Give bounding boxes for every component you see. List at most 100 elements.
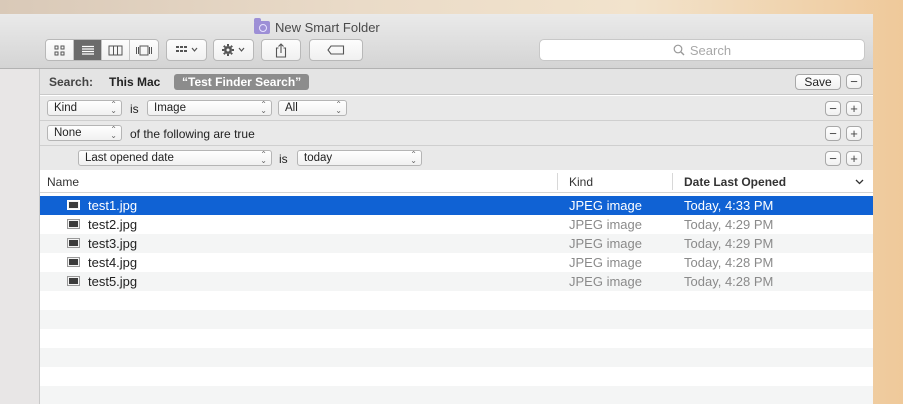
column-divider[interactable] <box>672 173 673 190</box>
popup-arrows-icon: ⌃ ⌄ <box>110 100 117 115</box>
file-row[interactable]: test2.jpg JPEG image Today, 4:29 PM <box>40 215 873 234</box>
file-row[interactable]: test3.jpg JPEG image Today, 4:29 PM <box>40 234 873 253</box>
add-criterion-button[interactable]: + <box>846 101 862 116</box>
kind-value-label: Image <box>154 102 186 114</box>
tags-button[interactable] <box>309 39 363 61</box>
file-date: Today, 4:29 PM <box>684 217 774 232</box>
file-kind: JPEG image <box>569 236 642 251</box>
smart-folder-icon <box>254 17 270 34</box>
column-kind-header[interactable]: Kind <box>569 170 593 193</box>
file-list: test1.jpg JPEG image Today, 4:33 PM test… <box>40 196 873 404</box>
operator-label: is <box>130 102 139 116</box>
search-field[interactable]: Search <box>539 39 865 61</box>
empty-row <box>40 348 873 367</box>
search-label: Search: <box>49 75 94 89</box>
empty-row <box>40 386 873 404</box>
kind-value-popup[interactable]: Image ⌃ ⌄ <box>147 100 272 116</box>
kind-subvalue-label: All <box>285 102 298 114</box>
column-header: Name Kind Date Last Opened <box>40 170 873 193</box>
file-row[interactable]: test5.jpg JPEG image Today, 4:28 PM <box>40 272 873 291</box>
file-date: Today, 4:29 PM <box>684 236 774 251</box>
jpeg-file-icon <box>67 200 80 210</box>
operator-label: is <box>279 152 288 166</box>
title-bar: New Smart Folder Search <box>0 14 873 69</box>
empty-row <box>40 367 873 386</box>
empty-row <box>40 310 873 329</box>
minus-icon: − <box>850 74 858 89</box>
popup-arrows-icon: ⌃ ⌄ <box>260 150 267 165</box>
kind-subvalue-popup[interactable]: All ⌃ ⌄ <box>278 100 347 116</box>
jpeg-file-icon <box>67 276 80 286</box>
icon-view-icon <box>54 45 65 55</box>
scope-this-mac[interactable]: This Mac <box>109 75 160 89</box>
criteria-row-last-opened: Last opened date ⌃ ⌄ is today ⌃ ⌄ − + <box>40 146 873 171</box>
popup-arrows-icon: ⌃ ⌄ <box>335 100 342 115</box>
criteria-row-none: None ⌃ ⌄ of the following are true − + <box>40 121 873 146</box>
column-date-header[interactable]: Date Last Opened <box>684 170 786 193</box>
gear-icon <box>221 44 244 56</box>
remove-search-button[interactable]: − <box>846 74 862 89</box>
add-criterion-button[interactable]: + <box>846 126 862 141</box>
list-view-button[interactable] <box>74 40 102 60</box>
remove-criterion-button[interactable]: − <box>825 126 841 141</box>
tag-icon <box>327 45 345 55</box>
view-switcher[interactable] <box>45 39 159 61</box>
popup-arrows-icon: ⌃ ⌄ <box>260 100 267 115</box>
none-popup[interactable]: None ⌃ ⌄ <box>47 125 122 141</box>
content-area: Search: This Mac “Test Finder Search” Sa… <box>40 69 873 404</box>
file-kind: JPEG image <box>569 255 642 270</box>
save-button[interactable]: Save <box>795 74 841 90</box>
plus-icon: + <box>850 151 858 166</box>
jpeg-file-icon <box>67 257 80 267</box>
add-criterion-button[interactable]: + <box>846 151 862 166</box>
scope-query[interactable]: “Test Finder Search” <box>174 74 310 90</box>
file-name: test4.jpg <box>88 255 138 270</box>
date-value-popup[interactable]: today ⌃ ⌄ <box>297 150 422 166</box>
remove-criterion-button[interactable]: − <box>825 151 841 166</box>
action-button[interactable] <box>213 39 254 61</box>
none-label: None <box>54 127 82 139</box>
sort-chevron-down-icon[interactable] <box>855 170 864 193</box>
column-divider[interactable] <box>557 173 558 190</box>
file-row[interactable]: test4.jpg JPEG image Today, 4:28 PM <box>40 253 873 272</box>
list-view-icon <box>81 45 94 55</box>
minus-icon: − <box>829 101 837 116</box>
file-name: test3.jpg <box>88 236 138 251</box>
column-name-header[interactable]: Name <box>47 170 79 193</box>
kind-attribute-label: Kind <box>54 102 78 114</box>
popup-arrows-icon: ⌃ ⌄ <box>410 150 417 165</box>
arrange-button[interactable] <box>166 39 207 61</box>
date-attribute-label: Last opened date <box>85 152 174 164</box>
file-kind: JPEG image <box>569 198 642 213</box>
column-view-button[interactable] <box>102 40 130 60</box>
jpeg-file-icon <box>67 238 80 248</box>
search-scope-bar: Search: This Mac “Test Finder Search” Sa… <box>40 69 873 95</box>
file-name: test2.jpg <box>88 217 138 232</box>
jpeg-file-icon <box>67 219 80 229</box>
sidebar <box>0 69 40 404</box>
column-view-icon <box>108 45 123 55</box>
search-icon <box>673 44 685 56</box>
cover-flow-icon <box>136 45 152 55</box>
remove-criterion-button[interactable]: − <box>825 101 841 116</box>
popup-arrows-icon: ⌃ ⌄ <box>110 125 117 140</box>
date-value-label: today <box>304 152 333 164</box>
icon-view-button[interactable] <box>46 40 74 60</box>
following-text: of the following are true <box>130 127 255 141</box>
cover-flow-button[interactable] <box>130 40 158 60</box>
minus-icon: − <box>829 126 837 141</box>
file-row[interactable]: test1.jpg JPEG image Today, 4:33 PM <box>40 196 873 215</box>
arrange-grid-icon <box>175 46 197 52</box>
file-date: Today, 4:28 PM <box>684 255 774 270</box>
share-button[interactable] <box>261 39 301 61</box>
share-icon <box>275 42 287 58</box>
date-attribute-popup[interactable]: Last opened date ⌃ ⌄ <box>78 150 272 166</box>
file-name: test5.jpg <box>88 274 138 289</box>
kind-attribute-popup[interactable]: Kind ⌃ ⌄ <box>47 100 122 116</box>
window-title-text: New Smart Folder <box>275 19 380 35</box>
criteria-row-kind: Kind ⌃ ⌄ is Image ⌃ ⌄ All ⌃ ⌄ − + <box>40 96 873 121</box>
file-kind: JPEG image <box>569 217 642 232</box>
file-kind: JPEG image <box>569 274 642 289</box>
search-placeholder: Search <box>689 42 732 58</box>
file-date: Today, 4:28 PM <box>684 274 774 289</box>
